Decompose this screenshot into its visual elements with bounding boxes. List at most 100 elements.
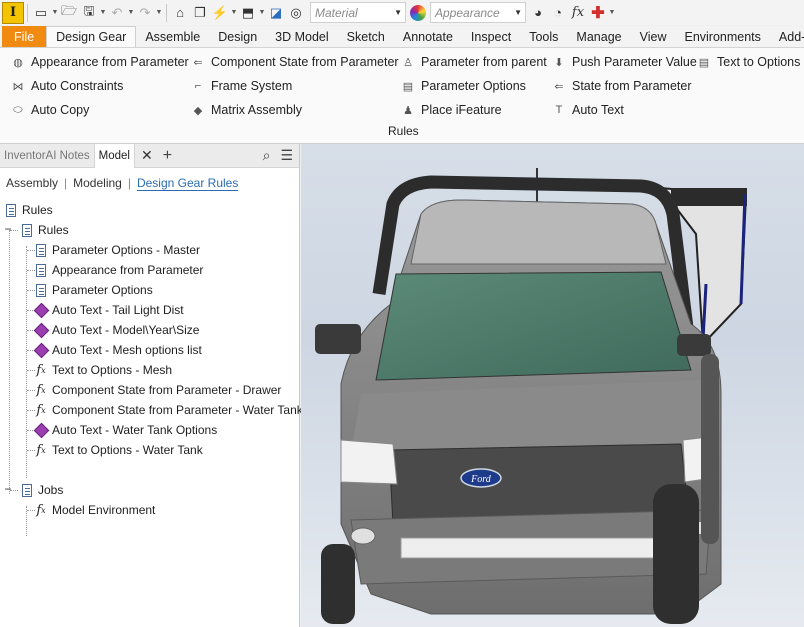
- clear-appearance-icon[interactable]: ◔: [548, 3, 568, 23]
- auto-text-button[interactable]: T Auto Text: [551, 100, 624, 120]
- fx-parameters-icon[interactable]: fx: [568, 3, 588, 23]
- menu-icon[interactable]: ☰: [280, 147, 293, 164]
- place-ifeature-button[interactable]: ♟ Place iFeature: [400, 100, 502, 120]
- tab-3d-model[interactable]: 3D Model: [266, 26, 338, 47]
- appearance-placeholder: Appearance: [435, 5, 500, 20]
- button-label: Place iFeature: [421, 103, 502, 117]
- copy-icon[interactable]: ❐: [190, 3, 210, 23]
- chevron-down-icon[interactable]: ▼: [51, 9, 59, 16]
- rule-item[interactable]: Auto Text - Water Tank Options: [33, 420, 217, 440]
- text-to-options-button[interactable]: ▤ Text to Options: [696, 52, 801, 72]
- tab-view[interactable]: View: [631, 26, 676, 47]
- rule-label: Component State from Parameter - Drawer: [52, 383, 282, 397]
- constraint-icon: ⋈: [12, 80, 24, 93]
- push-parameter-value-button[interactable]: ⬇ Push Parameter Value: [551, 52, 696, 72]
- rule-item[interactable]: Parameter Options: [34, 280, 153, 300]
- update-icon[interactable]: ⚡: [210, 3, 230, 23]
- grid-ball-icon[interactable]: ◎: [286, 3, 306, 23]
- auto-copy-button[interactable]: ⬭ Auto Copy: [10, 100, 89, 120]
- tab-design-gear[interactable]: Design Gear: [46, 26, 137, 47]
- rule-item[interactable]: Parameter Options - Master: [34, 240, 200, 260]
- text-icon: T: [555, 104, 563, 116]
- adjust-appearance-icon[interactable]: ◕: [528, 3, 548, 23]
- options-icon: ▤: [402, 80, 414, 93]
- push-icon: ⬇: [554, 56, 564, 69]
- appearance-from-parameter-button[interactable]: ◍ Appearance from Parameter: [10, 52, 189, 72]
- button-label: Text to Options: [717, 55, 801, 69]
- tab-annotate[interactable]: Annotate: [394, 26, 462, 47]
- button-label: Auto Copy: [31, 103, 90, 117]
- rule-label: Parameter Options: [52, 283, 153, 297]
- collapse-icon[interactable]: −: [3, 482, 13, 496]
- tab-design[interactable]: Design: [209, 26, 266, 47]
- save-icon[interactable]: 🖫: [79, 3, 99, 23]
- parameter-options-button[interactable]: ▤ Parameter Options: [400, 76, 526, 96]
- panel-title: Rules: [388, 124, 419, 138]
- shape-icon[interactable]: ◪: [266, 3, 286, 23]
- rule-item[interactable]: f x Component State from Parameter - Water…: [34, 400, 302, 420]
- chevron-down-icon[interactable]: ▼: [127, 9, 135, 16]
- rule-item[interactable]: Auto Text - Tail Light Dist: [33, 300, 184, 320]
- tab-sketch[interactable]: Sketch: [338, 26, 394, 47]
- appearance-combo[interactable]: Appearance ▼: [430, 2, 526, 23]
- state-from-parameter-button[interactable]: ⇐ State from Parameter: [551, 76, 691, 96]
- rule-item[interactable]: f x Text to Options - Mesh: [34, 360, 172, 380]
- home-icon[interactable]: ⌂: [170, 3, 190, 23]
- new-file-icon[interactable]: ▭: [31, 3, 51, 23]
- search-icon[interactable]: ⌕: [263, 147, 271, 164]
- tab-model[interactable]: Model: [93, 143, 135, 168]
- tab-inventorai-notes[interactable]: InventorAI Notes: [0, 144, 94, 168]
- collapse-icon[interactable]: −: [3, 222, 13, 236]
- filter-design-gear-rules[interactable]: Design Gear Rules: [136, 176, 239, 191]
- rule-item[interactable]: f x Text to Options - Water Tank: [34, 440, 202, 460]
- open-folder-icon[interactable]: 🗁: [59, 3, 79, 23]
- auto-constraints-button[interactable]: ⋈ Auto Constraints: [10, 76, 124, 96]
- button-label: Parameter Options: [421, 79, 526, 93]
- add-tab-icon[interactable]: +: [163, 147, 172, 165]
- select-icon[interactable]: ⬒: [238, 3, 258, 23]
- parameter-from-parent-button[interactable]: ♙ Parameter from parent: [400, 52, 547, 72]
- chevron-down-icon[interactable]: ▼: [99, 9, 107, 16]
- tab-add-ins[interactable]: Add-In: [770, 26, 804, 47]
- tab-environments[interactable]: Environments: [675, 26, 769, 47]
- redo-icon[interactable]: ↷: [135, 3, 155, 23]
- tab-manage[interactable]: Manage: [567, 26, 630, 47]
- undo-icon[interactable]: ↶: [107, 3, 127, 23]
- rule-label: Auto Text - Tail Light Dist: [52, 303, 184, 317]
- filter-separator: |: [64, 176, 68, 190]
- document-icon: [4, 203, 18, 217]
- browser-filter-bar: Assembly | Modeling | Design Gear Rules: [0, 168, 299, 198]
- rule-item[interactable]: f x Component State from Parameter - Drawe…: [34, 380, 281, 400]
- tab-inspect[interactable]: Inspect: [462, 26, 520, 47]
- tree-connector: [10, 230, 18, 231]
- rule-item[interactable]: Auto Text - Mesh options list: [33, 340, 202, 360]
- rule-item[interactable]: Auto Text - Model\Year\Size: [33, 320, 199, 340]
- job-item[interactable]: f x Model Environment: [34, 500, 155, 520]
- text-options-icon: ▤: [698, 56, 710, 69]
- chevron-down-icon[interactable]: ▼: [155, 9, 163, 16]
- filter-assembly[interactable]: Assembly: [6, 176, 58, 190]
- rule-diamond-icon: [33, 422, 49, 438]
- filter-separator: |: [127, 176, 131, 190]
- customize-chevron-icon[interactable]: ▼: [608, 9, 616, 16]
- close-icon[interactable]: ✕: [141, 147, 153, 164]
- fx-rule-icon: fx: [36, 362, 46, 378]
- graphics-viewport[interactable]: Ford: [301, 144, 804, 627]
- matrix-assembly-button[interactable]: ◆ Matrix Assembly: [190, 100, 302, 120]
- component-state-from-parameter-button[interactable]: ⇐ Component State from Parameter: [190, 52, 398, 72]
- tab-file[interactable]: File: [2, 26, 47, 47]
- tree-node-jobs-group[interactable]: Jobs: [20, 480, 63, 500]
- frame-system-button[interactable]: ⌐ Frame System: [190, 76, 292, 96]
- tab-assemble[interactable]: Assemble: [136, 26, 209, 47]
- button-label: Auto Text: [572, 103, 624, 117]
- filter-modeling[interactable]: Modeling: [73, 176, 122, 190]
- add-icon[interactable]: ✚: [588, 3, 608, 23]
- tab-tools[interactable]: Tools: [520, 26, 567, 47]
- material-combo[interactable]: Material ▼: [310, 2, 406, 23]
- chevron-down-icon[interactable]: ▼: [258, 9, 266, 16]
- rule-item[interactable]: Appearance from Parameter: [34, 260, 203, 280]
- chevron-down-icon[interactable]: ▼: [230, 9, 238, 16]
- app-logo[interactable]: I: [2, 1, 24, 24]
- tree-node-root[interactable]: Rules: [4, 200, 53, 220]
- tree-node-rules-group[interactable]: Rules: [20, 220, 69, 240]
